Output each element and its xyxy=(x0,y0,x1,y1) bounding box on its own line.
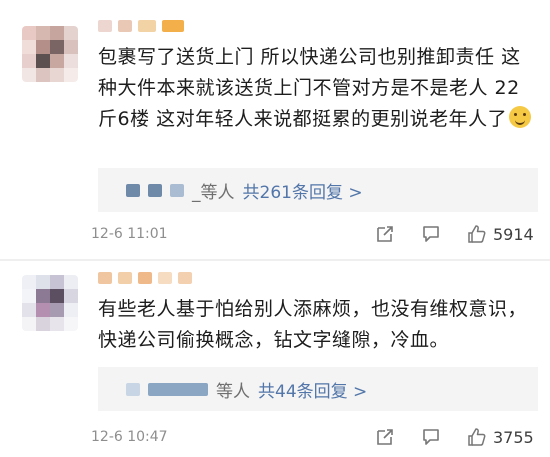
hugging-emoji-icon xyxy=(509,106,532,128)
comment-item: 有些老人基于怕给别人添麻烦，也没有维权意识，快递公司偷换概念，钻文字缝隙，冷血。… xyxy=(0,261,550,457)
reply-users: 等人 xyxy=(216,381,250,402)
reply-users: _等人 xyxy=(192,182,235,203)
timestamp: 12-6 11:01 xyxy=(91,226,168,242)
reply-summary[interactable]: _等人 共261条回复 > xyxy=(98,168,538,212)
comment-footer: 12-6 10:47 3755 xyxy=(91,425,543,449)
comment-icon[interactable] xyxy=(421,427,441,447)
avatar[interactable] xyxy=(22,26,78,82)
share-icon[interactable] xyxy=(375,224,395,244)
share-icon[interactable] xyxy=(375,427,395,447)
like-count: 5914 xyxy=(493,225,534,244)
comment-text: 有些老人基于怕给别人添麻烦，也没有维权意识，快递公司偷换概念，钻文字缝隙，冷血。 xyxy=(98,298,528,351)
comment-footer: 12-6 11:01 5914 xyxy=(91,222,543,246)
like-count: 3755 xyxy=(493,428,534,447)
username-blurred[interactable] xyxy=(98,20,184,34)
thumbs-up-icon[interactable] xyxy=(467,224,487,244)
username-blurred[interactable] xyxy=(98,272,192,286)
reply-count-link[interactable]: 共44条回复 > xyxy=(258,377,367,402)
comment-icon[interactable] xyxy=(421,224,441,244)
thumbs-up-icon[interactable] xyxy=(467,427,487,447)
reply-summary[interactable]: 等人 共44条回复 > xyxy=(98,367,538,411)
comment-text: 包裹写了送货上门 所以快递公司也别推卸责任 这种大件本来就该送货上门不管对方是不… xyxy=(98,42,538,135)
avatar[interactable] xyxy=(22,275,78,331)
timestamp: 12-6 10:47 xyxy=(91,429,168,445)
comment-item: 包裹写了送货上门 所以快递公司也别推卸责任 这种大件本来就该送货上门不管对方是不… xyxy=(0,0,550,261)
reply-count-link[interactable]: 共261条回复 > xyxy=(243,178,363,203)
